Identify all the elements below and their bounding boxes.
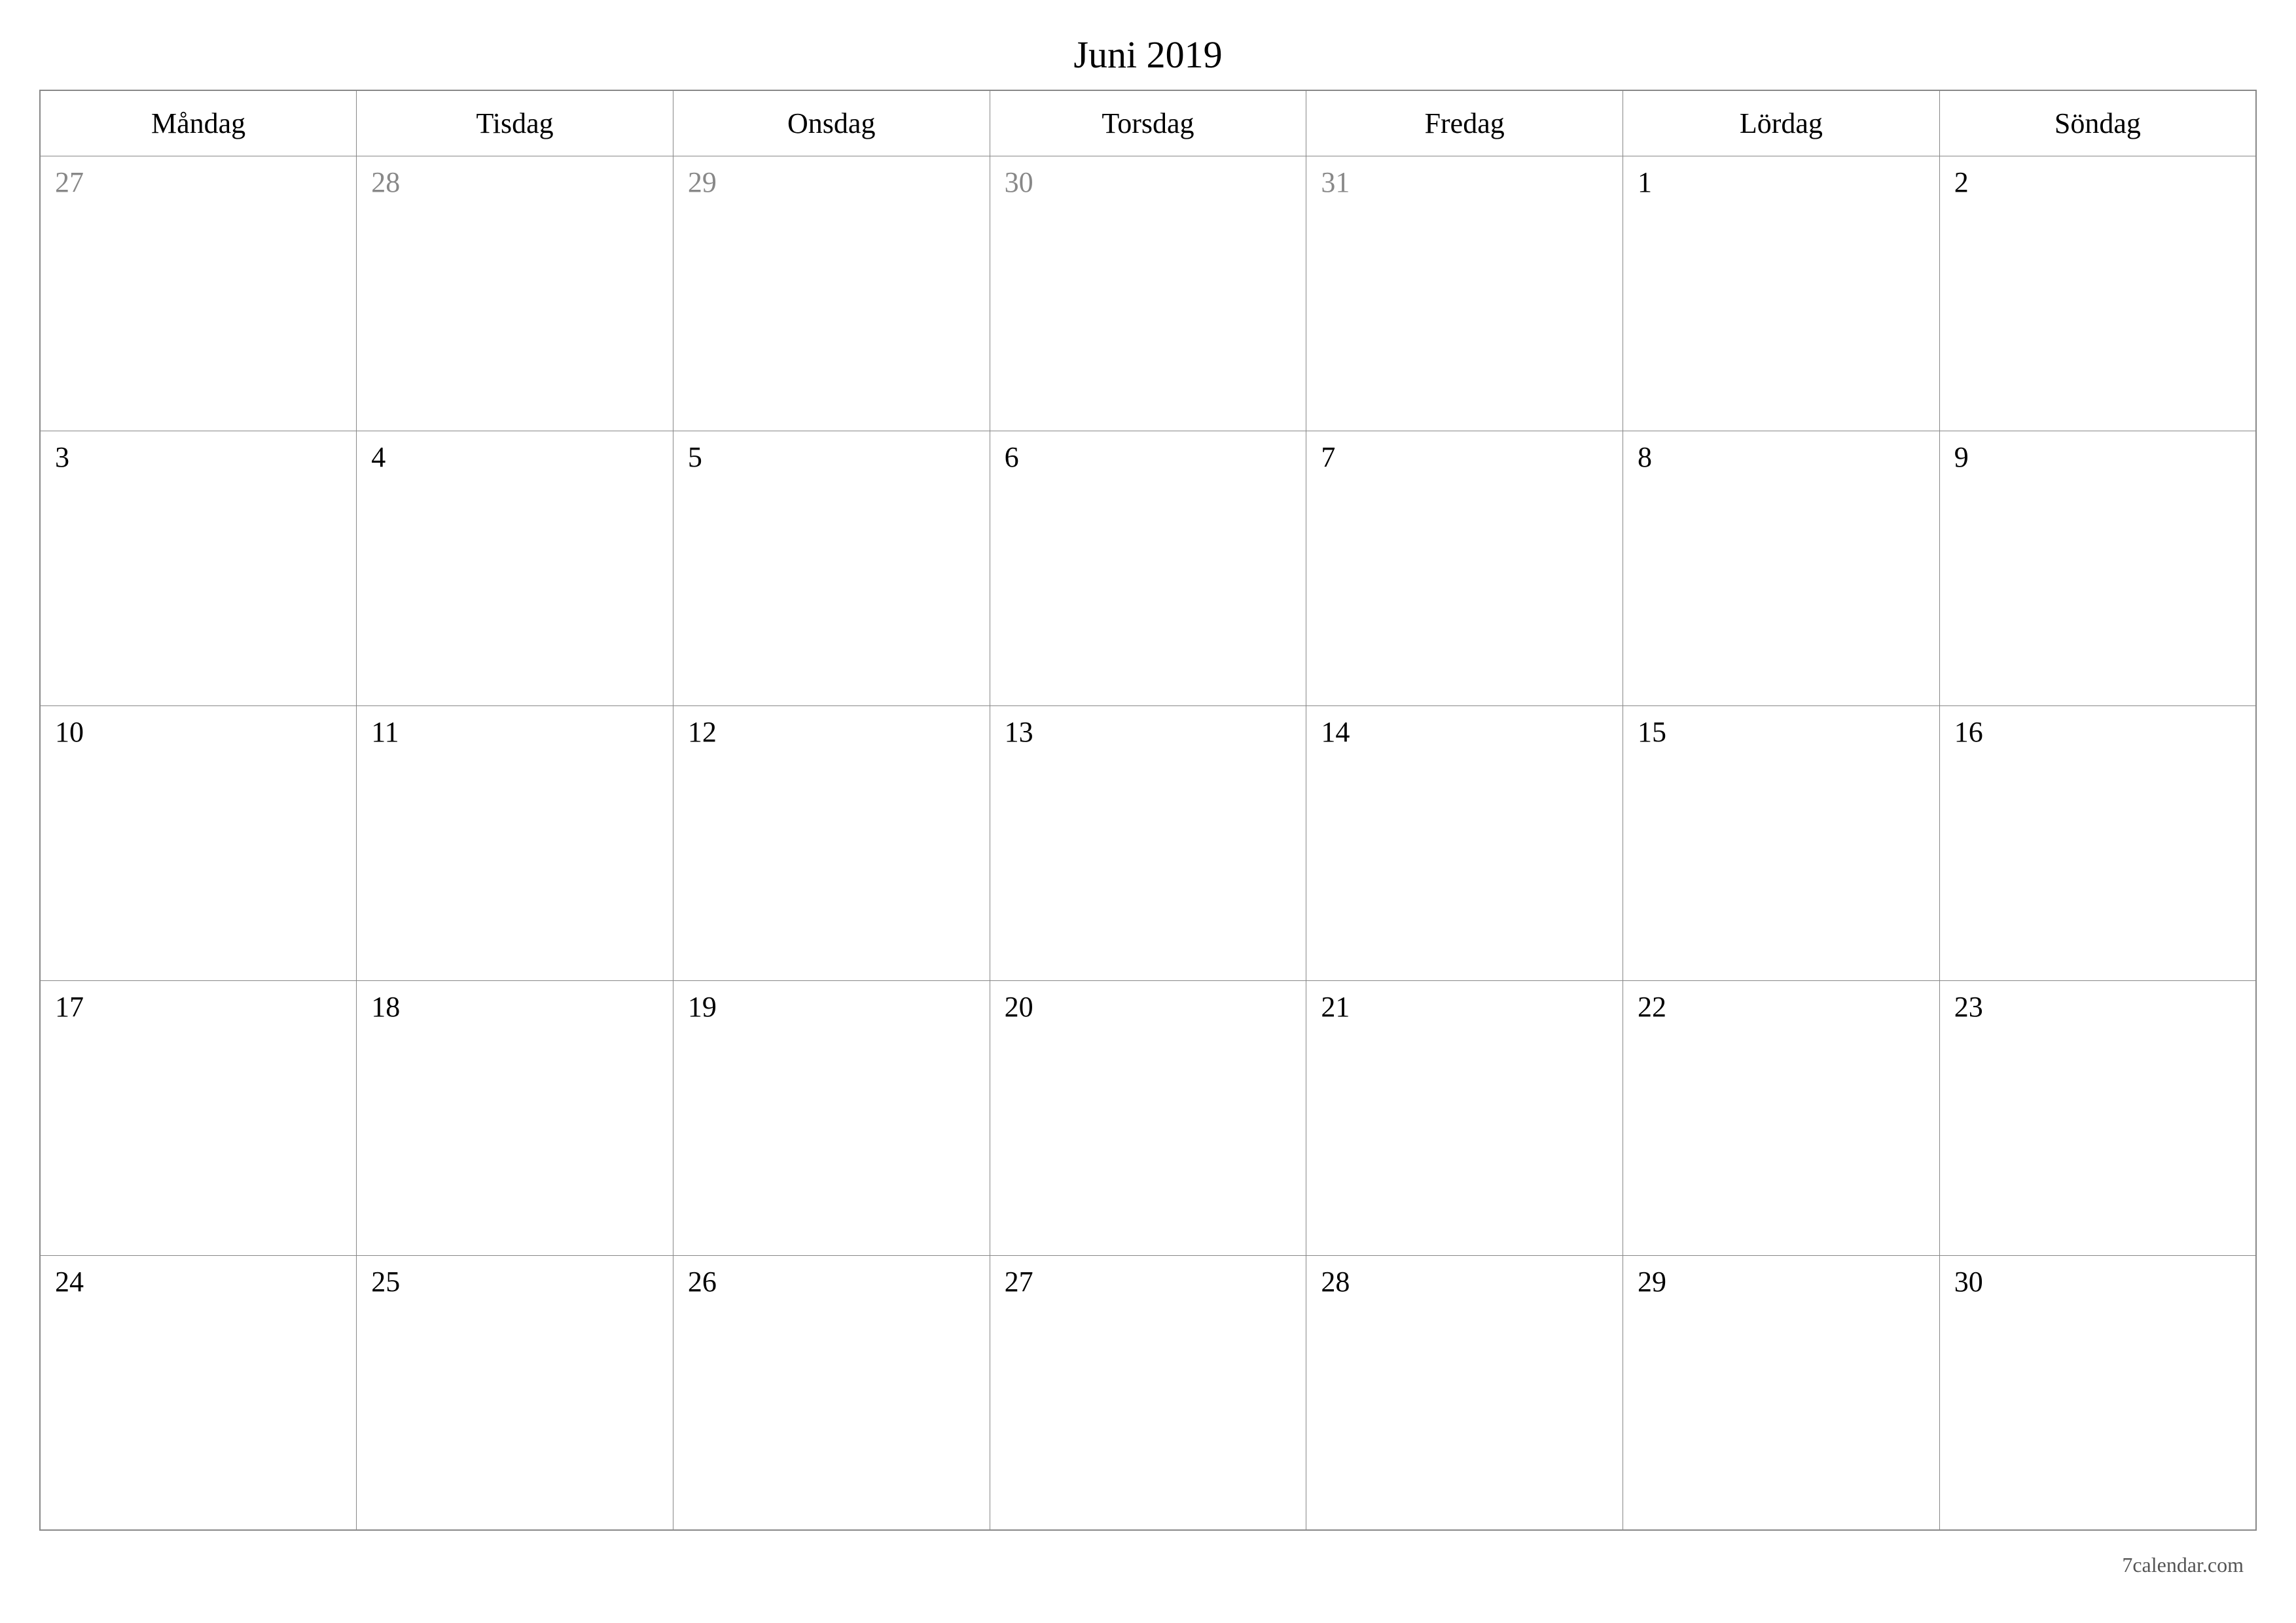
- day-number: 28: [1321, 1266, 1350, 1298]
- weekday-header: Måndag: [40, 90, 357, 156]
- calendar-day-cell: 30: [1939, 1255, 2256, 1530]
- calendar-day-cell: 18: [357, 980, 673, 1255]
- day-number: 14: [1321, 716, 1350, 748]
- day-number: 21: [1321, 991, 1350, 1023]
- calendar-day-cell: 26: [673, 1255, 990, 1530]
- day-number: 16: [1954, 716, 1983, 748]
- day-number: 27: [1005, 1266, 1033, 1298]
- footer-attribution: 7calendar.com: [2122, 1553, 2244, 1577]
- day-number: 30: [1954, 1266, 1983, 1298]
- day-number: 29: [688, 166, 717, 198]
- weekday-header: Söndag: [1939, 90, 2256, 156]
- day-number: 27: [55, 166, 84, 198]
- calendar-day-cell: 22: [1623, 980, 1940, 1255]
- calendar-day-cell: 27: [40, 156, 357, 431]
- calendar-day-cell: 15: [1623, 705, 1940, 980]
- day-number: 7: [1321, 441, 1335, 473]
- calendar-week-row: 17 18 19 20 21 22 23: [40, 980, 2256, 1255]
- day-number: 9: [1954, 441, 1969, 473]
- calendar-day-cell: 24: [40, 1255, 357, 1530]
- day-number: 13: [1005, 716, 1033, 748]
- calendar-day-cell: 21: [1306, 980, 1623, 1255]
- day-number: 29: [1638, 1266, 1666, 1298]
- calendar-week-row: 24 25 26 27 28 29 30: [40, 1255, 2256, 1530]
- day-number: 22: [1638, 991, 1666, 1023]
- calendar-day-cell: 6: [990, 431, 1306, 705]
- calendar-day-cell: 3: [40, 431, 357, 705]
- weekday-header: Torsdag: [990, 90, 1306, 156]
- weekday-header: Onsdag: [673, 90, 990, 156]
- calendar-day-cell: 1: [1623, 156, 1940, 431]
- calendar-day-cell: 28: [357, 156, 673, 431]
- weekday-header: Tisdag: [357, 90, 673, 156]
- day-number: 3: [55, 441, 69, 473]
- calendar-day-cell: 14: [1306, 705, 1623, 980]
- calendar-day-cell: 9: [1939, 431, 2256, 705]
- day-number: 24: [55, 1266, 84, 1298]
- calendar-day-cell: 10: [40, 705, 357, 980]
- day-number: 19: [688, 991, 717, 1023]
- day-number: 20: [1005, 991, 1033, 1023]
- day-number: 31: [1321, 166, 1350, 198]
- weekday-header-row: Måndag Tisdag Onsdag Torsdag Fredag Lörd…: [40, 90, 2256, 156]
- day-number: 17: [55, 991, 84, 1023]
- day-number: 1: [1638, 166, 1652, 198]
- calendar-day-cell: 7: [1306, 431, 1623, 705]
- day-number: 4: [371, 441, 386, 473]
- calendar-title: Juni 2019: [39, 33, 2257, 77]
- calendar-day-cell: 28: [1306, 1255, 1623, 1530]
- weekday-header: Lördag: [1623, 90, 1940, 156]
- day-number: 25: [371, 1266, 400, 1298]
- calendar-day-cell: 17: [40, 980, 357, 1255]
- day-number: 5: [688, 441, 702, 473]
- day-number: 26: [688, 1266, 717, 1298]
- day-number: 6: [1005, 441, 1019, 473]
- day-number: 10: [55, 716, 84, 748]
- calendar-week-row: 10 11 12 13 14 15 16: [40, 705, 2256, 980]
- calendar-body: 2728293031123456789101112131415161718192…: [40, 156, 2256, 1530]
- calendar-day-cell: 13: [990, 705, 1306, 980]
- day-number: 30: [1005, 166, 1033, 198]
- calendar-day-cell: 19: [673, 980, 990, 1255]
- calendar-day-cell: 25: [357, 1255, 673, 1530]
- day-number: 11: [371, 716, 399, 748]
- day-number: 23: [1954, 991, 1983, 1023]
- calendar-week-row: 3 4 5 6 7 8 9: [40, 431, 2256, 705]
- calendar-day-cell: 16: [1939, 705, 2256, 980]
- calendar-grid: Måndag Tisdag Onsdag Torsdag Fredag Lörd…: [39, 90, 2257, 1531]
- weekday-header: Fredag: [1306, 90, 1623, 156]
- calendar-day-cell: 8: [1623, 431, 1940, 705]
- calendar-day-cell: 2: [1939, 156, 2256, 431]
- day-number: 8: [1638, 441, 1652, 473]
- calendar-day-cell: 5: [673, 431, 990, 705]
- calendar-day-cell: 27: [990, 1255, 1306, 1530]
- calendar-day-cell: 29: [673, 156, 990, 431]
- day-number: 15: [1638, 716, 1666, 748]
- day-number: 12: [688, 716, 717, 748]
- day-number: 18: [371, 991, 400, 1023]
- calendar-day-cell: 12: [673, 705, 990, 980]
- calendar-day-cell: 31: [1306, 156, 1623, 431]
- calendar-day-cell: 30: [990, 156, 1306, 431]
- calendar-day-cell: 11: [357, 705, 673, 980]
- calendar-day-cell: 29: [1623, 1255, 1940, 1530]
- calendar-week-row: 27 28 29 30 31 1 2: [40, 156, 2256, 431]
- calendar-day-cell: 23: [1939, 980, 2256, 1255]
- calendar-day-cell: 4: [357, 431, 673, 705]
- day-number: 2: [1954, 166, 1969, 198]
- day-number: 28: [371, 166, 400, 198]
- calendar-day-cell: 20: [990, 980, 1306, 1255]
